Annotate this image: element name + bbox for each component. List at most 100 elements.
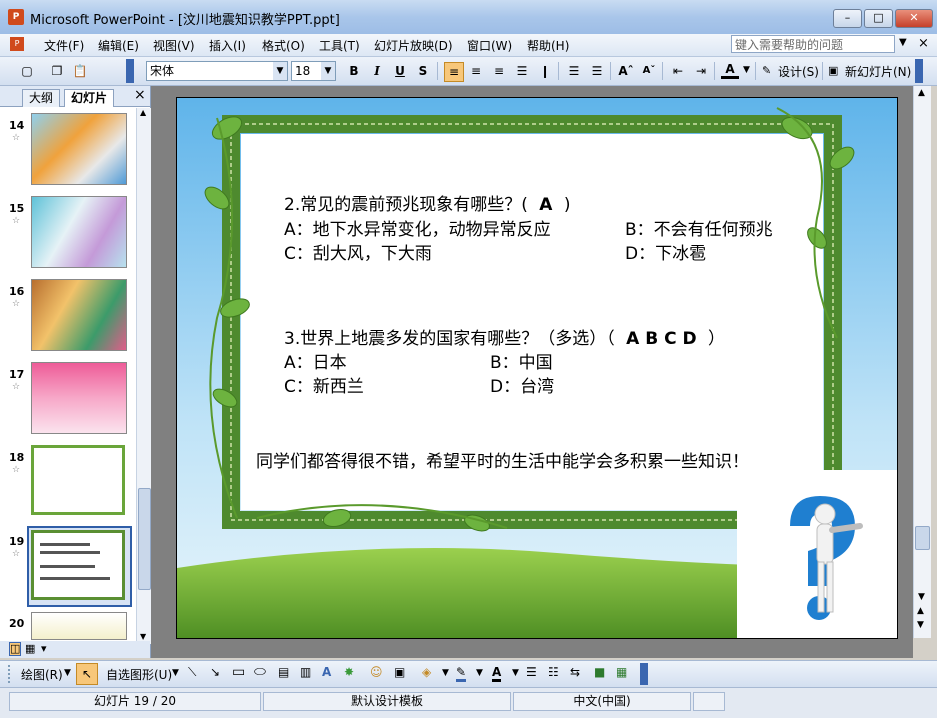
- tab-slides[interactable]: 幻灯片: [64, 89, 115, 107]
- menu-view[interactable]: 视图(V): [153, 37, 195, 54]
- slide-position: 幻灯片 19 / 20: [9, 692, 261, 711]
- status-bar: 幻灯片 19 / 20 默认设计模板 中文(中国): [0, 687, 937, 718]
- maximize-button[interactable]: □: [864, 9, 893, 28]
- menu-file[interactable]: 文件(F): [44, 37, 84, 54]
- decrease-font-icon[interactable]: Aˇ: [640, 62, 658, 80]
- chevron-down-icon[interactable]: ▼: [64, 668, 71, 678]
- scroll-down-icon[interactable]: ▼: [140, 632, 146, 641]
- menu-tools[interactable]: 工具(T): [319, 37, 360, 54]
- slide-thumbnail-17[interactable]: [31, 362, 127, 434]
- minimize-button[interactable]: –: [833, 9, 862, 28]
- arrow-icon[interactable]: ↘: [210, 665, 220, 679]
- menu-format[interactable]: 格式(O): [262, 37, 305, 54]
- slide-thumbnail-18[interactable]: [31, 445, 125, 515]
- autoshapes-button[interactable]: 自选图形(U): [106, 666, 172, 683]
- chevron-down-icon[interactable]: ▼: [476, 668, 483, 678]
- font-size-select[interactable]: 18 ▼: [291, 61, 336, 81]
- slideshow-icon[interactable]: ▾: [41, 642, 47, 655]
- line-style-icon[interactable]: ☰: [526, 665, 537, 679]
- toolbar-options-icon[interactable]: [640, 663, 648, 685]
- menu-edit[interactable]: 编辑(E): [98, 37, 139, 54]
- thumb-number: 16: [9, 285, 25, 298]
- increase-font-icon[interactable]: Aˆ: [617, 62, 635, 80]
- slide-thumbnail-20[interactable]: [31, 612, 127, 640]
- arrow-style-icon[interactable]: ⇆: [570, 665, 580, 679]
- menu-window[interactable]: 窗口(W): [467, 37, 512, 54]
- close-button[interactable]: ✕: [895, 9, 933, 28]
- font-name-value: 宋体: [150, 64, 175, 78]
- textbox-icon[interactable]: ▤: [278, 665, 289, 679]
- chevron-down-icon[interactable]: ▼: [743, 65, 750, 75]
- font-name-select[interactable]: 宋体 ▼: [146, 61, 288, 81]
- current-slide[interactable]: 2.常见的震前预兆现象有哪些？( A ) A：地下水异常变化，动物异常反应 B：…: [176, 97, 898, 639]
- increase-indent-icon[interactable]: ⇥: [692, 62, 710, 80]
- 3d-style-icon[interactable]: ▦: [616, 665, 627, 679]
- doc-close-icon[interactable]: ×: [918, 36, 929, 51]
- normal-view-icon[interactable]: ◫: [9, 642, 22, 656]
- draw-menu-button[interactable]: 绘图(R): [21, 666, 63, 683]
- font-color-icon[interactable]: A: [492, 665, 502, 682]
- option-3b: B：中国: [490, 353, 553, 373]
- clipart-icon[interactable]: ☺: [370, 665, 383, 679]
- copy-icon[interactable]: ❐: [48, 62, 66, 80]
- line-color-icon[interactable]: ✎: [456, 665, 467, 682]
- slide-thumbnail-16[interactable]: [31, 279, 127, 351]
- design-button[interactable]: 设计(S): [778, 63, 819, 80]
- menu-help[interactable]: 帮助(H): [527, 37, 569, 54]
- distribute-icon[interactable]: ☰: [513, 62, 531, 80]
- fill-color-icon[interactable]: ◈: [422, 665, 431, 679]
- slide-thumbnail-15[interactable]: [31, 196, 127, 268]
- menu-insert[interactable]: 插入(I): [209, 37, 246, 54]
- new-slide-button[interactable]: 新幻灯片(N): [845, 63, 911, 80]
- diagram-icon[interactable]: ✸: [344, 665, 354, 679]
- select-pointer-icon[interactable]: ↖: [76, 663, 98, 685]
- slide-scrollbar[interactable]: ▲ ▼ ▲ ▼: [913, 86, 931, 638]
- align-center-icon[interactable]: ≡: [467, 62, 485, 80]
- underline-button[interactable]: U: [391, 62, 409, 80]
- picture-icon[interactable]: ▣: [394, 665, 405, 679]
- toolbar-options-icon[interactable]: [126, 59, 134, 83]
- decrease-indent-icon[interactable]: ⇤: [669, 62, 687, 80]
- wordart-icon[interactable]: A: [322, 665, 331, 679]
- scroll-thumb[interactable]: [138, 488, 151, 590]
- oval-icon[interactable]: ⬭: [254, 664, 266, 680]
- align-right-icon[interactable]: ≡: [490, 62, 508, 80]
- title-bar: P Microsoft PowerPoint - [汶川地震知识教学PPT.pp…: [0, 0, 937, 35]
- vertical-text-icon[interactable]: ❙: [536, 62, 554, 80]
- thumbnail-scrollbar[interactable]: ▲ ▼: [136, 108, 151, 644]
- document-icon[interactable]: P: [10, 37, 24, 51]
- paste-icon[interactable]: 📋: [71, 62, 89, 80]
- shadow-style-icon[interactable]: ■: [594, 665, 605, 679]
- help-search-input[interactable]: 键入需要帮助的问题: [731, 35, 895, 53]
- tab-outline[interactable]: 大纲: [22, 89, 61, 107]
- scroll-thumb[interactable]: [915, 526, 930, 550]
- menu-slideshow[interactable]: 幻灯片放映(D): [374, 37, 453, 54]
- shadow-button[interactable]: S: [414, 62, 432, 80]
- powerpoint-icon[interactable]: P: [8, 9, 24, 25]
- align-left-icon[interactable]: ≡: [444, 62, 464, 82]
- vertical-textbox-icon[interactable]: ▥: [300, 665, 311, 679]
- scroll-up-icon[interactable]: ▲: [918, 88, 925, 98]
- toolbar-options-icon[interactable]: [915, 59, 923, 83]
- scroll-down-icon[interactable]: ▼: [918, 592, 925, 602]
- chevron-down-icon[interactable]: ▼: [512, 668, 519, 678]
- scroll-up-icon[interactable]: ▲: [140, 108, 146, 117]
- slide-sorter-icon[interactable]: ▦: [25, 642, 35, 655]
- previous-slide-icon[interactable]: ▲: [917, 606, 924, 616]
- next-slide-icon[interactable]: ▼: [917, 620, 924, 630]
- font-color-icon[interactable]: A: [721, 62, 739, 79]
- chevron-down-icon[interactable]: ▼: [172, 668, 179, 678]
- bold-button[interactable]: B: [345, 62, 363, 80]
- bullets-icon[interactable]: ☰: [588, 62, 606, 80]
- help-dropdown-icon[interactable]: ▼: [899, 37, 907, 48]
- pane-close-icon[interactable]: ×: [134, 87, 146, 103]
- slide-thumbnail-19[interactable]: [31, 530, 125, 600]
- line-icon[interactable]: ⟍: [188, 665, 196, 680]
- slide-thumbnail-14[interactable]: [31, 113, 127, 185]
- new-icon[interactable]: ▢: [18, 62, 36, 80]
- dash-style-icon[interactable]: ☷: [548, 665, 559, 679]
- chevron-down-icon[interactable]: ▼: [442, 668, 449, 678]
- italic-button[interactable]: I: [368, 62, 386, 80]
- rectangle-icon[interactable]: ▭: [232, 664, 245, 680]
- numbering-icon[interactable]: ☰: [565, 62, 583, 80]
